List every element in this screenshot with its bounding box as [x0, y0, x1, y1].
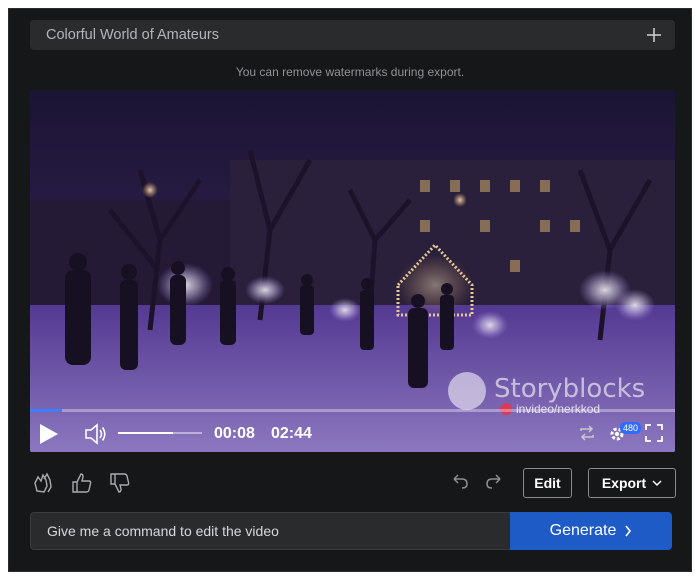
- chevron-right-icon: [625, 525, 632, 537]
- edit-button-label: Edit: [534, 475, 561, 491]
- generate-button-label: Generate: [549, 522, 617, 539]
- chevron-down-icon: [652, 480, 662, 487]
- thumbs-down-icon[interactable]: [108, 471, 132, 495]
- edit-button[interactable]: Edit: [523, 468, 572, 498]
- project-title: Colorful World of Amateurs: [46, 27, 219, 43]
- progress-fill: [30, 409, 63, 412]
- player-controls: 00:08 02:44 480: [30, 418, 675, 450]
- volume-icon[interactable]: [84, 423, 108, 445]
- command-bar: Give me a command to edit the video Gene…: [30, 512, 672, 550]
- generate-button[interactable]: Generate: [510, 512, 672, 550]
- watermark-notice: You can remove watermarks during export.: [235, 65, 465, 79]
- thumbs-up-icon[interactable]: [70, 471, 94, 495]
- command-input[interactable]: Give me a command to edit the video: [30, 512, 510, 550]
- video-editor-panel: Colorful World of Amateurs You can remov…: [8, 8, 692, 572]
- quality-badge: 480: [620, 422, 642, 434]
- volume-slider[interactable]: [118, 432, 202, 434]
- current-time: 00:08: [214, 425, 255, 442]
- volume-level: [118, 432, 173, 434]
- undo-icon[interactable]: [450, 472, 470, 492]
- play-icon[interactable]: [38, 422, 60, 446]
- redo-icon[interactable]: [484, 472, 504, 492]
- fullscreen-icon[interactable]: [645, 424, 663, 442]
- clap-icon[interactable]: [32, 471, 56, 495]
- export-button[interactable]: Export: [588, 468, 676, 498]
- project-title-bar[interactable]: Colorful World of Amateurs: [30, 20, 675, 50]
- plus-icon[interactable]: [643, 24, 665, 46]
- storyblocks-logo-icon: [448, 372, 486, 410]
- duration: 02:44: [271, 425, 312, 442]
- watermark-brand: Storyblocks: [494, 374, 646, 404]
- export-button-label: Export: [601, 475, 647, 491]
- progress-bar[interactable]: [30, 409, 675, 412]
- loop-icon[interactable]: [578, 424, 596, 442]
- video-player[interactable]: Storyblocks invideo/nerkkod 00:08 02:44: [30, 90, 675, 452]
- action-row: Edit Export: [30, 466, 676, 500]
